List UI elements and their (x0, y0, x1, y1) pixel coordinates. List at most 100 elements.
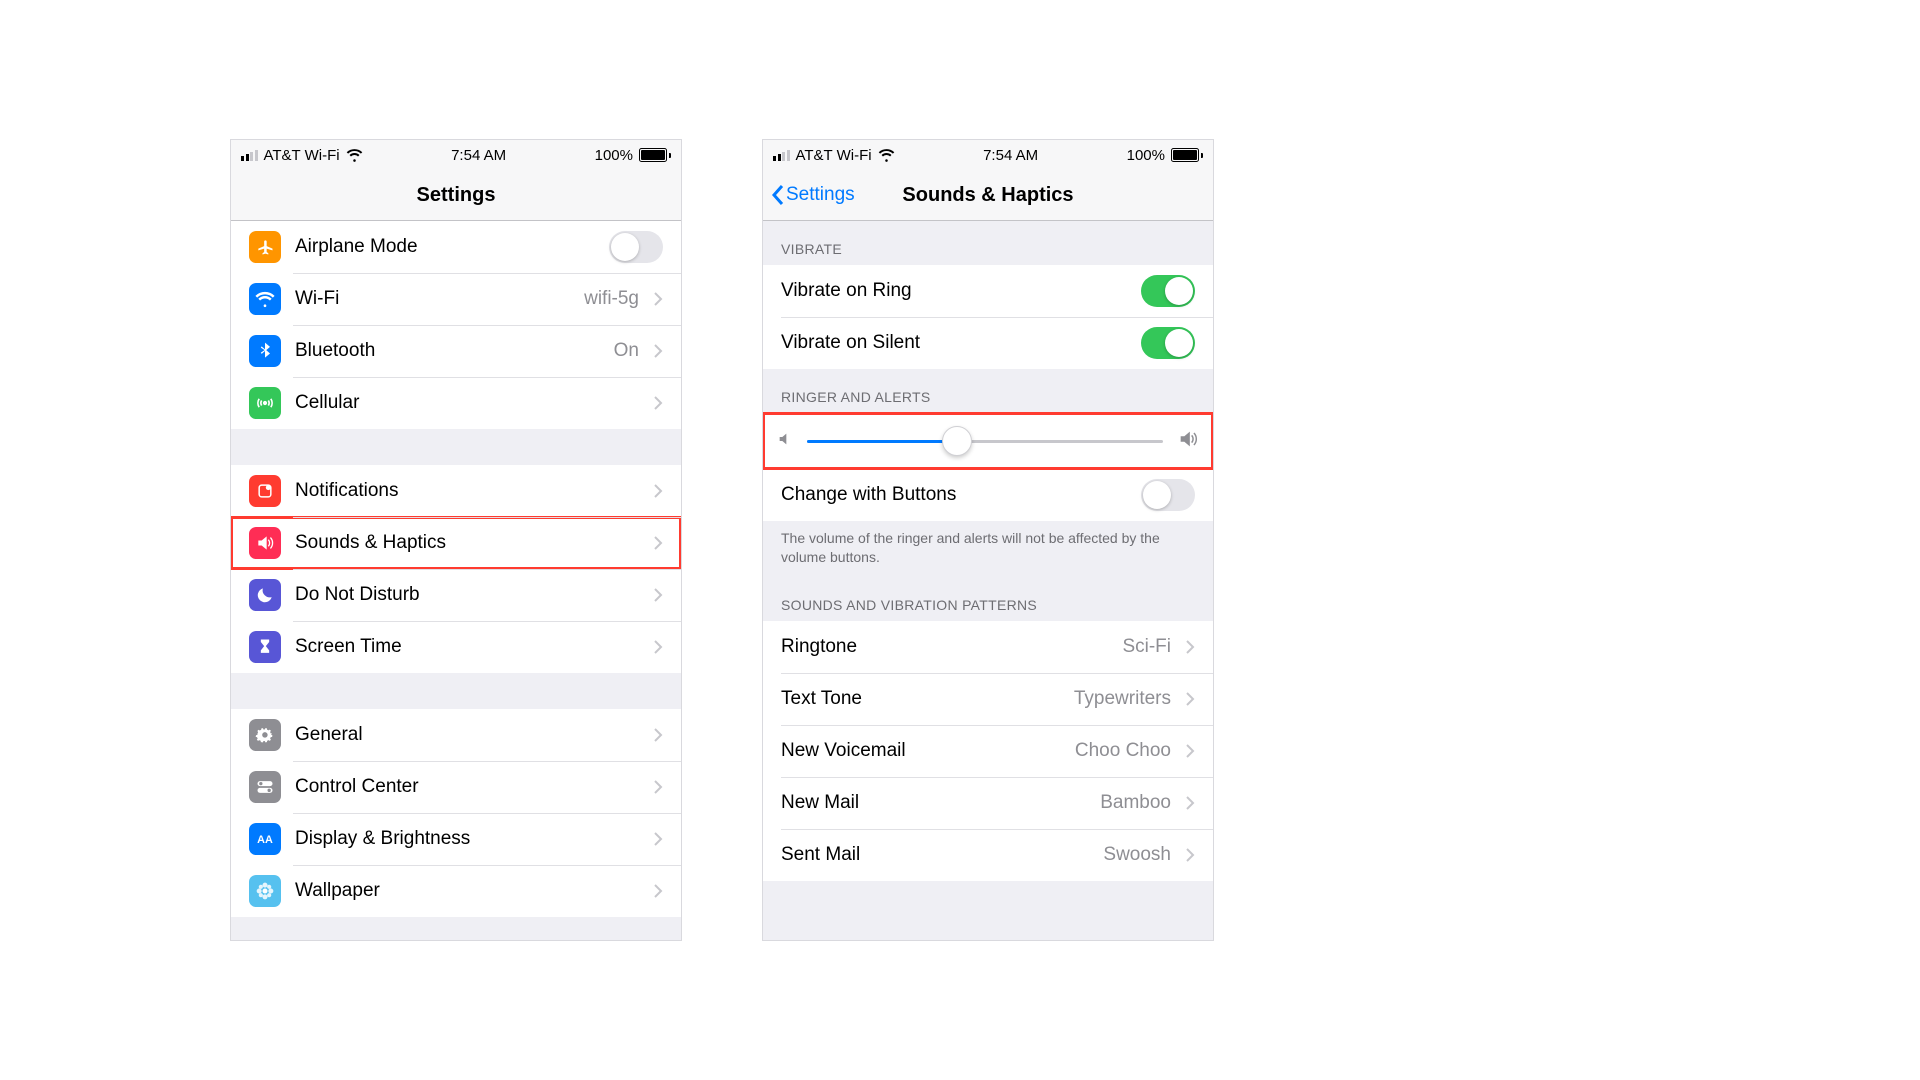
status-bar: AT&T Wi-Fi 7:54 AM 100% (763, 140, 1213, 170)
row-vibsilent[interactable]: Vibrate on Silent (763, 317, 1213, 369)
clock: 7:54 AM (983, 147, 1038, 164)
signal-icon (241, 150, 258, 161)
row-vibring[interactable]: Vibrate on Ring (763, 265, 1213, 317)
dnd-label: Do Not Disturb (295, 584, 639, 606)
chevron-right-icon (1185, 795, 1195, 811)
speaker-low-icon (777, 431, 793, 452)
chevron-right-icon (653, 535, 663, 551)
nav-bar: Settings (231, 170, 681, 221)
chevron-right-icon (1185, 639, 1195, 655)
screentime-label: Screen Time (295, 636, 639, 658)
chevron-right-icon (653, 483, 663, 499)
row-airplane[interactable]: Airplane Mode (231, 221, 681, 273)
display-label: Display & Brightness (295, 828, 639, 850)
row-ringtone[interactable]: Ringtone Sci-Fi (763, 621, 1213, 673)
row-bluetooth[interactable]: Bluetooth On (231, 325, 681, 377)
hourglass-icon (249, 631, 281, 663)
texttone-value: Typewriters (1074, 688, 1171, 710)
row-newmail[interactable]: New Mail Bamboo (763, 777, 1213, 829)
battery-icon (639, 148, 671, 162)
general-label: General (295, 724, 639, 746)
sentmail-value: Swoosh (1103, 844, 1171, 866)
row-cellular[interactable]: Cellular (231, 377, 681, 429)
flower-icon (249, 875, 281, 907)
vibring-toggle[interactable] (1141, 275, 1195, 307)
chevron-right-icon (653, 883, 663, 899)
gear-icon (249, 719, 281, 751)
row-display[interactable]: AA Display & Brightness (231, 813, 681, 865)
notifications-label: Notifications (295, 480, 639, 502)
volume-slider[interactable] (807, 440, 1163, 443)
row-notifications[interactable]: Notifications (231, 465, 681, 517)
section-header: Ringer and Alerts (763, 369, 1213, 413)
airplane-toggle[interactable] (609, 231, 663, 263)
signal-icon (773, 150, 790, 161)
nav-bar: Settings Sounds & Haptics (763, 170, 1213, 221)
chevron-right-icon (653, 831, 663, 847)
clock: 7:54 AM (451, 147, 506, 164)
section-header: Vibrate (763, 221, 1213, 265)
status-bar: AT&T Wi-Fi 7:54 AM 100% (231, 140, 681, 170)
volume-slider-row (763, 413, 1213, 469)
vibsilent-toggle[interactable] (1141, 327, 1195, 359)
changebtn-label: Change with Buttons (781, 484, 1127, 506)
chevron-right-icon (653, 727, 663, 743)
row-general[interactable]: General (231, 709, 681, 761)
row-changebtn[interactable]: Change with Buttons (763, 469, 1213, 521)
bluetooth-icon (249, 335, 281, 367)
controlcenter-label: Control Center (295, 776, 639, 798)
wallpaper-label: Wallpaper (295, 880, 639, 902)
row-controlcenter[interactable]: Control Center (231, 761, 681, 813)
bell-icon (249, 475, 281, 507)
chevron-right-icon (653, 639, 663, 655)
battery-pct: 100% (595, 147, 633, 164)
sounds-label: Sounds & Haptics (295, 532, 639, 554)
AA-icon: AA (249, 823, 281, 855)
airplane-icon (249, 231, 281, 263)
chevron-right-icon (1185, 847, 1195, 863)
ringtone-value: Sci-Fi (1122, 636, 1171, 658)
vibring-label: Vibrate on Ring (781, 280, 1127, 302)
voicemail-value: Choo Choo (1075, 740, 1171, 762)
bluetooth-value: On (614, 340, 639, 362)
row-wallpaper[interactable]: Wallpaper (231, 865, 681, 917)
sentmail-label: Sent Mail (781, 844, 1089, 866)
row-dnd[interactable]: Do Not Disturb (231, 569, 681, 621)
newmail-label: New Mail (781, 792, 1086, 814)
row-wifi[interactable]: Wi-Fi wifi-5g (231, 273, 681, 325)
section-footer: The volume of the ringer and alerts will… (763, 521, 1213, 577)
sounds-screen: AT&T Wi-Fi 7:54 AM 100% Settings Sounds … (762, 139, 1214, 941)
wifi-icon (346, 149, 363, 162)
svg-text:AA: AA (257, 834, 273, 846)
vibsilent-label: Vibrate on Silent (781, 332, 1127, 354)
switches-icon (249, 771, 281, 803)
bluetooth-label: Bluetooth (295, 340, 600, 362)
wifi-icon (249, 283, 281, 315)
chevron-right-icon (653, 343, 663, 359)
row-voicemail[interactable]: New Voicemail Choo Choo (763, 725, 1213, 777)
row-screentime[interactable]: Screen Time (231, 621, 681, 673)
carrier-label: AT&T Wi-Fi (796, 147, 872, 164)
chevron-right-icon (1185, 691, 1195, 707)
antenna-icon (249, 387, 281, 419)
airplane-label: Airplane Mode (295, 236, 595, 258)
row-sounds[interactable]: Sounds & Haptics (231, 517, 681, 569)
speaker-icon (249, 527, 281, 559)
row-texttone[interactable]: Text Tone Typewriters (763, 673, 1213, 725)
cellular-label: Cellular (295, 392, 639, 414)
section-header: Sounds and Vibration Patterns (763, 577, 1213, 621)
settings-screen: AT&T Wi-Fi 7:54 AM 100% Settings Airplan… (230, 139, 682, 941)
wifi-label: Wi-Fi (295, 288, 570, 310)
chevron-right-icon (653, 587, 663, 603)
chevron-right-icon (1185, 743, 1195, 759)
voicemail-label: New Voicemail (781, 740, 1061, 762)
back-button[interactable]: Settings (771, 184, 855, 206)
speaker-high-icon (1177, 428, 1199, 455)
changebtn-toggle[interactable] (1141, 479, 1195, 511)
row-sentmail[interactable]: Sent Mail Swoosh (763, 829, 1213, 881)
carrier-label: AT&T Wi-Fi (264, 147, 340, 164)
moon-icon (249, 579, 281, 611)
page-title: Sounds & Haptics (902, 184, 1073, 207)
battery-icon (1171, 148, 1203, 162)
page-title: Settings (417, 184, 496, 207)
